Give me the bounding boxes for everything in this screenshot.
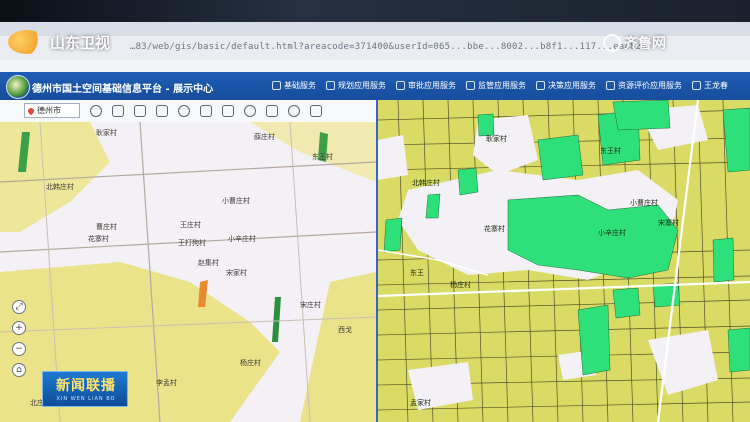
url-text: …83/web/gis/basic/default.html?areacode=…: [130, 42, 647, 52]
menu-item-label: 审批应用服务: [408, 81, 456, 90]
tab-strip: [0, 60, 750, 72]
app-logo-icon: [6, 75, 30, 99]
menu-item-label: 基础服务: [284, 81, 316, 90]
user-icon: [692, 81, 701, 90]
info-icon[interactable]: [90, 105, 102, 117]
village-label: 耿家村: [486, 135, 507, 143]
eye-icon: [466, 81, 475, 90]
clear-icon[interactable]: [310, 105, 322, 117]
tv-logo-text: 山东卫视: [50, 33, 111, 52]
menu-item-label: 资源评价应用服务: [618, 81, 682, 90]
village-label: 杨庄村: [240, 359, 261, 367]
menu-item-label: 规划应用服务: [338, 81, 386, 90]
village-label: 花寨村: [88, 235, 109, 243]
tv-logo-icon: [8, 30, 46, 54]
road-line: [289, 122, 311, 422]
village-label: 李孟村: [156, 379, 177, 387]
map-icon: [326, 81, 335, 90]
village-label: 宋家村: [226, 269, 247, 277]
village-label: 杨庄村: [450, 281, 471, 289]
village-label: 曹庄村: [96, 223, 117, 231]
print-icon[interactable]: [222, 105, 234, 117]
map-right-panel[interactable]: [378, 100, 750, 422]
map-side-controls: ⤢ + − ⌂: [8, 300, 30, 420]
village-label: 宋庄村: [300, 301, 321, 309]
menu-item-2[interactable]: 审批应用服务: [396, 80, 456, 91]
news-badge-subtitle: XIN WEN LIAN BO: [56, 396, 116, 402]
menu-item-5[interactable]: 资源评价应用服务: [606, 80, 682, 91]
menu-item-label: 监管应用服务: [478, 81, 526, 90]
fullscreen-icon[interactable]: ⤢: [12, 300, 26, 314]
menu-item-0[interactable]: 基础服务: [272, 80, 316, 91]
qilu-logo-icon: [603, 34, 621, 52]
location-pin-icon: [26, 106, 36, 115]
measure-icon[interactable]: [112, 105, 124, 117]
menu-item-6[interactable]: 王龙春: [692, 80, 728, 91]
tv-logo-left: 山东卫视: [8, 30, 110, 54]
menu-item-label: 王龙春: [704, 81, 728, 90]
news-badge-title: 新闻联播: [56, 378, 116, 394]
screen-frame: …83/web/gis/basic/default.html?areacode=…: [0, 0, 750, 422]
village-label: 小辛庄村: [228, 235, 256, 243]
main-menu: 基础服务 规划应用服务 审批应用服务 监管应用服务 决策应用服务 资源评价应用服务 王龙春: [272, 80, 728, 91]
doc-icon: [396, 81, 405, 90]
news-badge: 新闻联播 XIN WEN LIAN BO: [42, 371, 128, 407]
menu-item-1[interactable]: 规划应用服务: [326, 80, 386, 91]
village-label: 薛庄村: [254, 133, 275, 141]
village-label: 小曹庄村: [222, 197, 250, 205]
village-label: 北韩庄村: [412, 179, 440, 187]
village-label: 耿家村: [96, 129, 117, 137]
village-label: 赵集村: [198, 259, 219, 267]
grid-icon: [272, 81, 281, 90]
draw-icon[interactable]: [134, 105, 146, 117]
tv-logo-right: 齐鲁网: [603, 33, 666, 53]
village-label: 东王: [410, 269, 424, 277]
village-label: 王庄村: [180, 221, 201, 229]
layers-icon[interactable]: [178, 105, 190, 117]
village-area: [648, 330, 718, 395]
location-label: 德州市: [37, 106, 61, 115]
village-area: [378, 135, 408, 180]
chart-icon: [536, 81, 545, 90]
menu-item-3[interactable]: 监管应用服务: [466, 80, 526, 91]
monitor-bezel: [0, 0, 750, 22]
qilu-logo-text: 齐鲁网: [624, 36, 666, 52]
settings-icon[interactable]: [288, 105, 300, 117]
select-icon[interactable]: [156, 105, 168, 117]
location-selector[interactable]: 德州市: [24, 103, 80, 118]
village-label: 小曹庄村: [630, 199, 658, 207]
zoom-in-icon[interactable]: +: [12, 321, 26, 335]
road-line: [378, 280, 750, 298]
village-label: 宋寨村: [658, 219, 679, 227]
farmland-area: [300, 272, 376, 422]
village-label: 小辛庄村: [598, 229, 626, 237]
green-parcel: [272, 297, 281, 342]
split-divider[interactable]: [376, 100, 378, 422]
village-label: 孟家村: [410, 399, 431, 407]
locate-icon[interactable]: [244, 105, 256, 117]
village-label: 北韩庄村: [46, 183, 74, 191]
compare-icon[interactable]: [266, 105, 278, 117]
menu-item-label: 决策应用服务: [548, 81, 596, 90]
zoom-out-icon[interactable]: −: [12, 342, 26, 356]
map-right-svg: [378, 100, 750, 422]
app-title: 德州市国土空间基础信息平台 - 展示中心: [32, 84, 214, 95]
village-label: 东王村: [312, 153, 333, 161]
swipe-icon[interactable]: [200, 105, 212, 117]
village-label: 王打狗村: [178, 239, 206, 247]
home-icon[interactable]: ⌂: [12, 363, 26, 377]
village-label: 花寨村: [484, 225, 505, 233]
village-label: 东王村: [600, 147, 621, 155]
village-label: 西戈: [338, 326, 352, 334]
menu-item-4[interactable]: 决策应用服务: [536, 80, 596, 91]
layers-icon: [606, 81, 615, 90]
